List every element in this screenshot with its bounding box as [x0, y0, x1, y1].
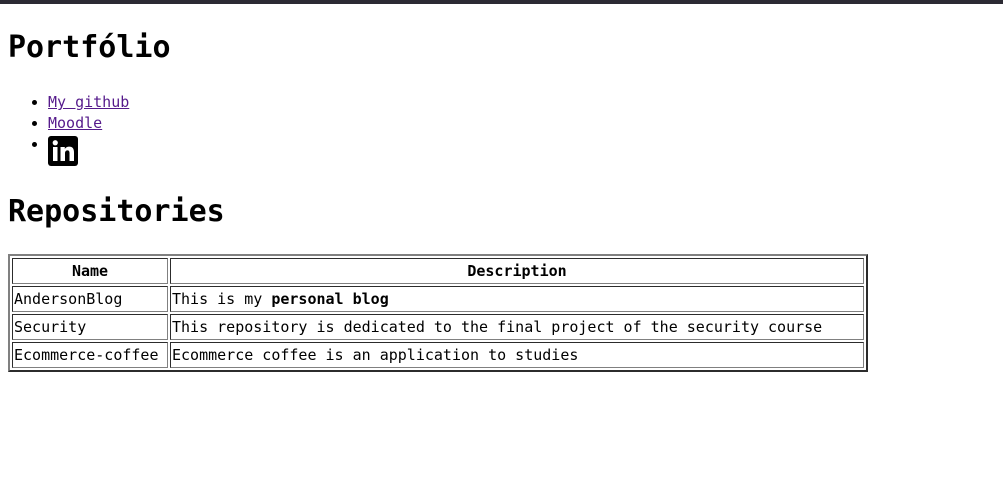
browser-top-bar: [0, 0, 1003, 4]
list-item: My github: [48, 92, 129, 113]
description-bold-text: personal blog: [271, 290, 389, 308]
list-item: Moodle: [48, 113, 129, 134]
repo-name-cell: AndersonBlog: [12, 286, 168, 312]
repo-description-cell: This repository is dedicated to the fina…: [170, 314, 864, 340]
repo-description-cell: This is my personal blog: [170, 286, 864, 312]
repo-description-cell: Ecommerce coffee is an application to st…: [170, 342, 864, 368]
list-item: [48, 134, 129, 166]
description-text: This is my: [172, 290, 272, 308]
page-title: Portfólio: [8, 30, 171, 65]
column-header-name: Name: [12, 258, 168, 284]
column-header-description: Description: [170, 258, 864, 284]
linkedin-icon[interactable]: [48, 136, 78, 166]
repo-name-cell: Security: [12, 314, 168, 340]
links-list: My github Moodle: [8, 92, 129, 166]
table-row: Security This repository is dedicated to…: [12, 314, 864, 340]
repo-name-cell: Ecommerce-coffee: [12, 342, 168, 368]
repositories-table: Name Description AndersonBlog This is my…: [8, 254, 868, 372]
github-link[interactable]: My github: [48, 93, 129, 111]
table-row: Ecommerce-coffee Ecommerce coffee is an …: [12, 342, 864, 368]
moodle-link[interactable]: Moodle: [48, 114, 102, 132]
repositories-heading: Repositories: [8, 194, 225, 229]
table-row: AndersonBlog This is my personal blog: [12, 286, 864, 312]
table-header-row: Name Description: [12, 258, 864, 284]
